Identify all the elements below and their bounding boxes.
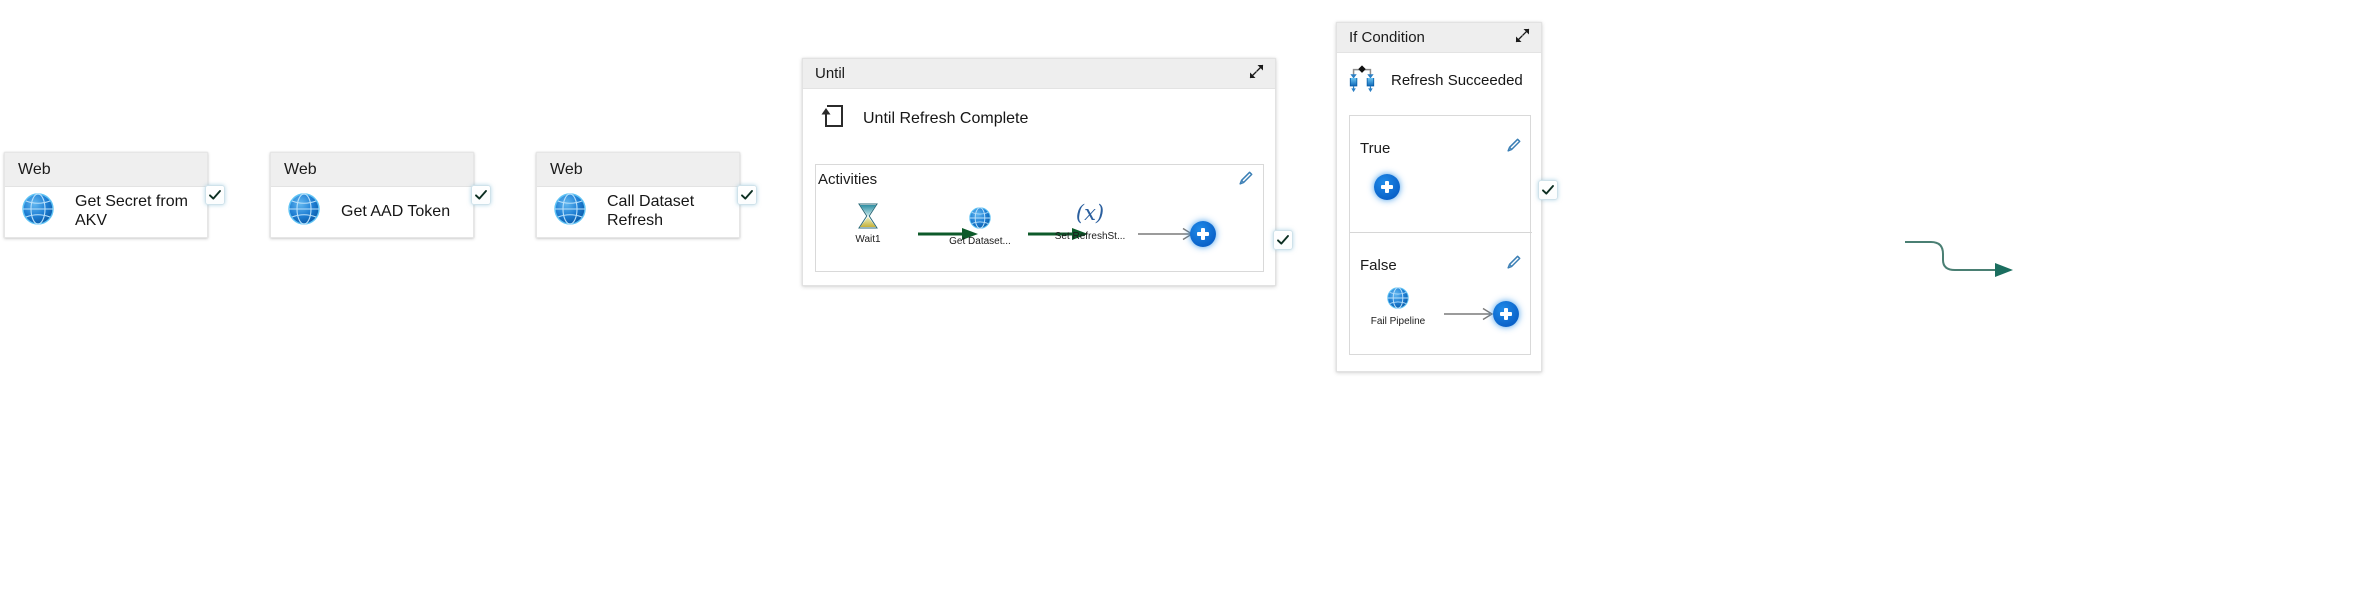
pencil-icon[interactable] bbox=[1505, 253, 1523, 276]
globe-icon bbox=[1356, 283, 1440, 313]
success-check-icon-call-dataset-refresh[interactable] bbox=[737, 185, 757, 205]
inner-activity-label: Fail Pipeline bbox=[1370, 316, 1426, 327]
activity-body: Get Secret from AKV bbox=[5, 187, 207, 237]
inner-activity-get-dataset[interactable]: Get Dataset... bbox=[938, 203, 1022, 248]
activity-body: Get AAD Token bbox=[271, 187, 473, 237]
until-container[interactable]: Until Until Refresh Complete Activities … bbox=[802, 58, 1276, 286]
restore-down-icon[interactable] bbox=[1514, 27, 1531, 48]
until-activities-label: Activities bbox=[818, 171, 878, 188]
if-condition-activity-row: Refresh Succeeded bbox=[1337, 53, 1541, 98]
globe-icon bbox=[19, 190, 57, 233]
activity-card-get-secret-from-akv[interactable]: Web Get Secret from AKV bbox=[4, 152, 208, 238]
if-condition-icon bbox=[1347, 63, 1377, 98]
hourglass-icon bbox=[826, 201, 910, 231]
pencil-icon[interactable] bbox=[1505, 136, 1523, 159]
add-activity-button-until[interactable] bbox=[1190, 221, 1216, 247]
pencil-icon[interactable] bbox=[1237, 169, 1255, 192]
inner-activity-fail-pipeline[interactable]: Fail Pipeline bbox=[1356, 283, 1440, 328]
if-condition-activity-name: Refresh Succeeded bbox=[1391, 72, 1523, 89]
activity-type-header: Web bbox=[537, 153, 739, 187]
activity-type-label: Web bbox=[550, 160, 583, 178]
pipeline-canvas: Web Get Secret from AKV Web Get AAD Toke… bbox=[0, 0, 2364, 596]
add-activity-button-true-branch[interactable] bbox=[1374, 174, 1400, 200]
if-condition-container[interactable]: If Condition Refresh Succeeded True Fals… bbox=[1336, 22, 1542, 372]
inner-activity-wait1[interactable]: Wait1 bbox=[826, 201, 910, 246]
inner-activity-label: Wait1 bbox=[855, 234, 881, 245]
until-header-label: Until bbox=[815, 65, 846, 82]
globe-icon bbox=[285, 190, 323, 233]
until-activity-row: Until Refresh Complete bbox=[803, 89, 1275, 136]
if-branch-false[interactable]: False Fail Pipeline bbox=[1350, 233, 1530, 356]
success-check-icon-get-secret-from-akv[interactable] bbox=[205, 185, 225, 205]
activity-type-header: Web bbox=[5, 153, 207, 187]
restore-down-icon[interactable] bbox=[1248, 63, 1265, 84]
if-condition-header-label: If Condition bbox=[1349, 29, 1425, 46]
until-activities-pane[interactable]: Activities Wait1 Get Dataset... (x) Set … bbox=[815, 164, 1264, 272]
activity-card-call-dataset-refresh[interactable]: Web Call Dataset Refresh bbox=[536, 152, 740, 238]
globe-icon bbox=[551, 190, 589, 233]
until-activity-name: Until Refresh Complete bbox=[863, 110, 1029, 127]
until-container-header: Until bbox=[803, 59, 1275, 89]
add-activity-button-false-branch[interactable] bbox=[1493, 301, 1519, 327]
if-branch-true[interactable]: True bbox=[1350, 116, 1530, 232]
globe-icon bbox=[938, 203, 1022, 233]
success-check-icon-until[interactable] bbox=[1273, 230, 1293, 250]
loop-icon bbox=[817, 101, 847, 136]
if-branch-true-label: True bbox=[1360, 140, 1391, 157]
activity-name-label: Get AAD Token bbox=[341, 202, 451, 220]
inner-activity-label: Get Dataset... bbox=[949, 236, 1011, 247]
set-variable-icon: (x) bbox=[1075, 201, 1105, 225]
activity-type-label: Web bbox=[18, 160, 51, 178]
success-check-icon-if-condition[interactable] bbox=[1538, 180, 1558, 200]
activity-name-label: Call Dataset Refresh bbox=[607, 193, 695, 229]
activity-type-header: Web bbox=[271, 153, 473, 187]
activity-name-label: Get Secret from AKV bbox=[75, 193, 188, 229]
if-condition-header: If Condition bbox=[1337, 23, 1541, 53]
if-condition-branches-pane: True False Fail Pipeline bbox=[1349, 115, 1532, 356]
activity-body: Call Dataset Refresh bbox=[537, 187, 739, 237]
activity-type-label: Web bbox=[284, 160, 317, 178]
inner-activity-label: Set RefreshSt... bbox=[1054, 231, 1126, 242]
connector-until-to-if-condition bbox=[1905, 241, 2013, 277]
activity-card-get-aad-token[interactable]: Web Get AAD Token bbox=[270, 152, 474, 238]
inner-activity-set-refresh-status[interactable]: (x) Set RefreshSt... bbox=[1048, 198, 1132, 243]
inner-connector-fail-pipeline-to-add bbox=[1444, 307, 1494, 321]
success-check-icon-get-aad-token[interactable] bbox=[471, 185, 491, 205]
if-branch-false-label: False bbox=[1360, 257, 1397, 274]
